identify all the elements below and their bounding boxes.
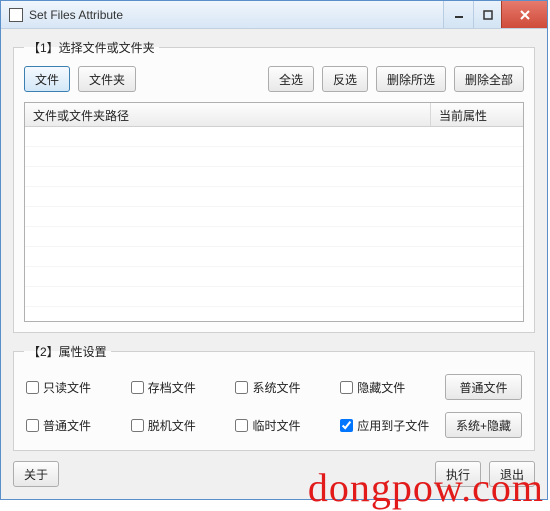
temp-input[interactable] (235, 419, 248, 432)
minimize-icon (454, 10, 464, 20)
maximize-button[interactable] (473, 1, 501, 28)
preset-syshidden-button[interactable]: 系统+隐藏 (445, 412, 522, 438)
close-icon (519, 10, 531, 20)
apply-sub-input[interactable] (340, 419, 353, 432)
apply-sub-checkbox[interactable]: 应用到子文件 (340, 417, 435, 434)
archive-input[interactable] (131, 381, 144, 394)
folder-button[interactable]: 文件夹 (78, 66, 136, 92)
file-list: 文件或文件夹路径 当前属性 (24, 102, 524, 322)
delete-all-button[interactable]: 删除全部 (454, 66, 524, 92)
invert-button[interactable]: 反选 (322, 66, 368, 92)
minimize-button[interactable] (443, 1, 473, 28)
system-input[interactable] (235, 381, 248, 394)
column-path[interactable]: 文件或文件夹路径 (25, 103, 431, 126)
close-button[interactable] (501, 1, 547, 28)
section1-legend: 【1】选择文件或文件夹 (24, 39, 159, 56)
maximize-icon (483, 10, 493, 20)
app-icon (9, 8, 23, 22)
archive-checkbox[interactable]: 存档文件 (131, 379, 226, 396)
section2-legend: 【2】属性设置 (24, 343, 111, 360)
delete-selected-button[interactable]: 删除所选 (376, 66, 446, 92)
file-button[interactable]: 文件 (24, 66, 70, 92)
apply-sub-label: 应用到子文件 (357, 417, 429, 434)
footer-row: 关于 执行 退出 (13, 461, 535, 487)
readonly-input[interactable] (26, 381, 39, 394)
readonly-checkbox[interactable]: 只读文件 (26, 379, 121, 396)
hidden-input[interactable] (340, 381, 353, 394)
system-checkbox[interactable]: 系统文件 (235, 379, 330, 396)
window-controls (443, 1, 547, 28)
list-body[interactable] (25, 127, 523, 321)
readonly-label: 只读文件 (43, 379, 91, 396)
normal-label: 普通文件 (43, 417, 91, 434)
attr-grid: 只读文件 存档文件 系统文件 隐藏文件 普通文件 普通文件 脱机文件 临时文件 … (24, 370, 524, 440)
archive-label: 存档文件 (148, 379, 196, 396)
column-attr[interactable]: 当前属性 (431, 103, 523, 126)
temp-label: 临时文件 (252, 417, 300, 434)
section-attributes: 【2】属性设置 只读文件 存档文件 系统文件 隐藏文件 普通文件 普通文件 脱机… (13, 343, 535, 451)
window-title: Set Files Attribute (29, 8, 443, 22)
hidden-checkbox[interactable]: 隐藏文件 (340, 379, 435, 396)
select-all-button[interactable]: 全选 (268, 66, 314, 92)
temp-checkbox[interactable]: 临时文件 (235, 417, 330, 434)
offline-checkbox[interactable]: 脱机文件 (131, 417, 226, 434)
preset-normal-button[interactable]: 普通文件 (445, 374, 522, 400)
file-buttons-row: 文件 文件夹 全选 反选 删除所选 删除全部 (24, 66, 524, 92)
app-window: Set Files Attribute 【1】选择文件或文件夹 文件 文件夹 全… (0, 0, 548, 500)
normal-input[interactable] (26, 419, 39, 432)
title-bar: Set Files Attribute (1, 1, 547, 29)
client-area: 【1】选择文件或文件夹 文件 文件夹 全选 反选 删除所选 删除全部 文件或文件… (1, 29, 547, 499)
execute-button[interactable]: 执行 (435, 461, 481, 487)
list-header: 文件或文件夹路径 当前属性 (25, 103, 523, 127)
section-select-files: 【1】选择文件或文件夹 文件 文件夹 全选 反选 删除所选 删除全部 文件或文件… (13, 39, 535, 333)
hidden-label: 隐藏文件 (357, 379, 405, 396)
offline-label: 脱机文件 (148, 417, 196, 434)
exit-button[interactable]: 退出 (489, 461, 535, 487)
about-button[interactable]: 关于 (13, 461, 59, 487)
system-label: 系统文件 (252, 379, 300, 396)
normal-checkbox[interactable]: 普通文件 (26, 417, 121, 434)
offline-input[interactable] (131, 419, 144, 432)
